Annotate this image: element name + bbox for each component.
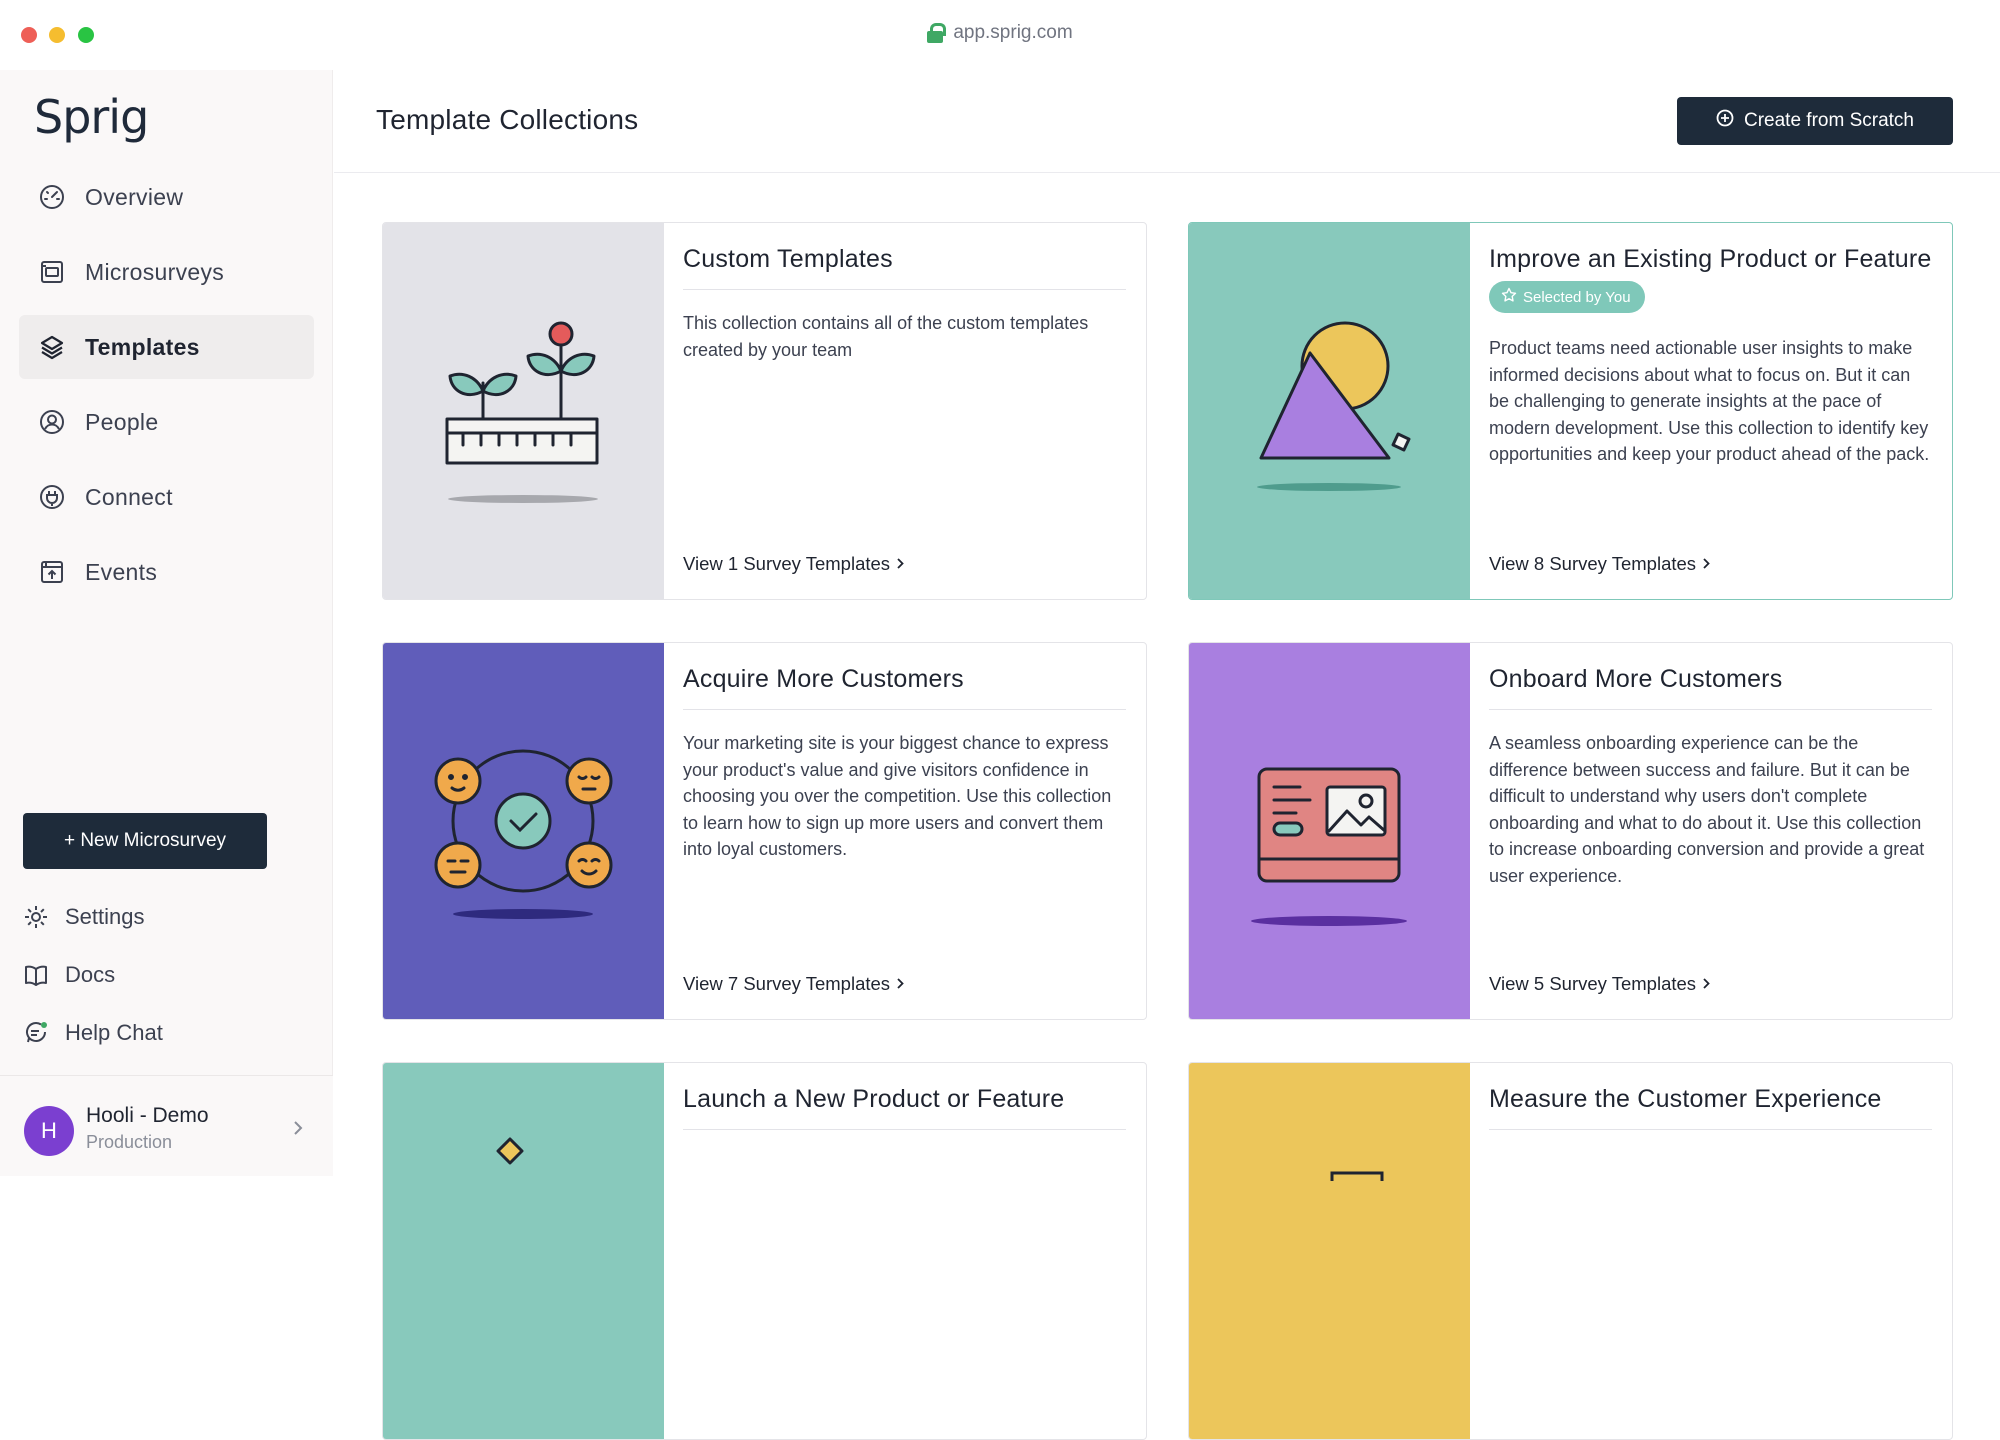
sidebar-item-label: Connect xyxy=(85,483,173,510)
chevron-right-icon xyxy=(896,553,905,575)
collection-card-custom-templates[interactable]: Custom Templates This collection contain… xyxy=(382,222,1147,600)
view-templates-link[interactable]: View 8 Survey Templates xyxy=(1489,553,1711,575)
survey-icon xyxy=(39,259,65,285)
url-text: app.sprig.com xyxy=(953,22,1073,43)
card-title: Onboard More Customers xyxy=(1489,663,1932,710)
card-title: Improve an Existing Product or Feature xyxy=(1489,245,1932,273)
collection-card-acquire-customers[interactable]: Acquire More Customers Your marketing si… xyxy=(382,642,1147,1020)
sidebar-item-label: Microsurveys xyxy=(85,258,225,285)
sidebar-item-people[interactable]: People xyxy=(19,390,314,454)
sidebar-item-overview[interactable]: Overview xyxy=(19,165,314,229)
collection-card-launch-product[interactable]: Launch a New Product or Feature xyxy=(382,1062,1147,1440)
triangle-sun-illustration xyxy=(1189,223,1470,599)
sidebar-item-microsurveys[interactable]: Microsurveys xyxy=(19,240,314,304)
sidebar-item-label: Help Chat xyxy=(65,1020,163,1045)
sidebar-nav: Overview Microsurveys Templates People C… xyxy=(19,165,314,615)
chevron-right-icon xyxy=(896,973,905,995)
org-environment: Production xyxy=(86,1132,173,1152)
sidebar-item-templates[interactable]: Templates xyxy=(19,315,314,379)
sidebar-item-settings[interactable]: Settings xyxy=(23,888,163,946)
window-chrome: app.sprig.com xyxy=(0,0,2000,70)
sidebar-item-label: Events xyxy=(85,558,158,585)
chevron-right-icon xyxy=(1702,553,1711,575)
sidebar-item-help-chat[interactable]: Help Chat xyxy=(23,1004,163,1062)
sidebar-item-label: Settings xyxy=(65,904,145,929)
sidebar-bottom-links: Settings Docs Help Chat xyxy=(23,888,163,1062)
sidebar-item-label: Docs xyxy=(65,962,116,987)
org-name: Hooli - Demo xyxy=(86,1104,209,1127)
link-label: View 5 Survey Templates xyxy=(1489,973,1697,994)
sidebar: Sprig Overview Microsurveys Templates Pe… xyxy=(0,70,333,1176)
card-body: Onboard More Customers A seamless onboar… xyxy=(1489,643,1932,1019)
plants-illustration xyxy=(383,223,664,599)
collection-card-measure-experience[interactable]: Measure the Customer Experience xyxy=(1188,1062,1953,1440)
star-icon xyxy=(1501,287,1517,307)
card-description: Product teams need actionable user insig… xyxy=(1489,338,1930,464)
create-button-label: Create from Scratch xyxy=(1744,110,1914,131)
create-from-scratch-button[interactable]: Create from Scratch xyxy=(1677,97,1953,145)
link-label: View 7 Survey Templates xyxy=(683,973,891,994)
card-description: A seamless onboarding experience can be … xyxy=(1489,733,1925,886)
collection-card-improve-product[interactable]: Improve an Existing Product or Feature S… xyxy=(1188,222,1953,600)
card-body: Measure the Customer Experience xyxy=(1489,1063,1932,1439)
card-title: Measure the Customer Experience xyxy=(1489,1083,1932,1130)
sidebar-item-events[interactable]: Events xyxy=(19,540,314,604)
layers-icon xyxy=(39,334,65,360)
chat-icon xyxy=(23,1020,49,1046)
book-icon xyxy=(23,962,49,988)
page-title: Template Collections xyxy=(376,104,639,135)
view-templates-link[interactable]: View 7 Survey Templates xyxy=(683,973,905,995)
card-title: Launch a New Product or Feature xyxy=(683,1083,1126,1130)
card-body: Improve an Existing Product or Feature S… xyxy=(1489,223,1932,599)
events-icon xyxy=(39,559,65,585)
user-circle-icon xyxy=(39,409,65,435)
main-header: Template Collections Create from Scratch xyxy=(334,70,2000,173)
faces-network-illustration xyxy=(383,643,664,1019)
gear-icon xyxy=(23,904,49,930)
sprig-logo[interactable]: Sprig xyxy=(34,90,149,144)
card-body: Custom Templates This collection contain… xyxy=(683,223,1126,599)
sidebar-item-label: People xyxy=(85,408,159,435)
sidebar-item-label: Overview xyxy=(85,183,184,210)
link-label: View 8 Survey Templates xyxy=(1489,553,1697,574)
sidebar-item-label: Templates xyxy=(85,333,200,360)
gauge-icon xyxy=(39,184,65,210)
diamond-illustration xyxy=(383,1063,664,1439)
view-templates-link[interactable]: View 1 Survey Templates xyxy=(683,553,905,575)
link-label: View 1 Survey Templates xyxy=(683,553,891,574)
card-description: Your marketing site is your biggest chan… xyxy=(683,733,1112,859)
browser-window-illustration xyxy=(1189,643,1470,1019)
plug-icon xyxy=(39,484,65,510)
address-bar[interactable]: app.sprig.com xyxy=(0,22,2000,44)
card-body: Acquire More Customers Your marketing si… xyxy=(683,643,1126,1019)
card-title: Custom Templates xyxy=(683,243,1126,290)
card-title: Acquire More Customers xyxy=(683,663,1126,710)
new-microsurvey-button[interactable]: + New Microsurvey xyxy=(23,813,267,869)
sidebar-item-connect[interactable]: Connect xyxy=(19,465,314,529)
selected-badge: Selected by You xyxy=(1489,281,1645,313)
chevron-right-icon xyxy=(1702,973,1711,995)
card-body: Launch a New Product or Feature xyxy=(683,1063,1126,1439)
lock-icon xyxy=(927,23,947,43)
device-illustration xyxy=(1189,1063,1470,1439)
chevron-right-icon xyxy=(292,1120,304,1141)
badge-label: Selected by You xyxy=(1523,288,1631,306)
org-switcher[interactable]: H Hooli - Demo Production xyxy=(0,1075,333,1176)
collection-card-onboard-customers[interactable]: Onboard More Customers A seamless onboar… xyxy=(1188,642,1953,1020)
sidebar-item-docs[interactable]: Docs xyxy=(23,946,163,1004)
plus-circle-icon xyxy=(1716,109,1734,133)
card-description: This collection contains all of the cust… xyxy=(683,313,1089,360)
view-templates-link[interactable]: View 5 Survey Templates xyxy=(1489,973,1711,995)
avatar: H xyxy=(24,1106,74,1156)
